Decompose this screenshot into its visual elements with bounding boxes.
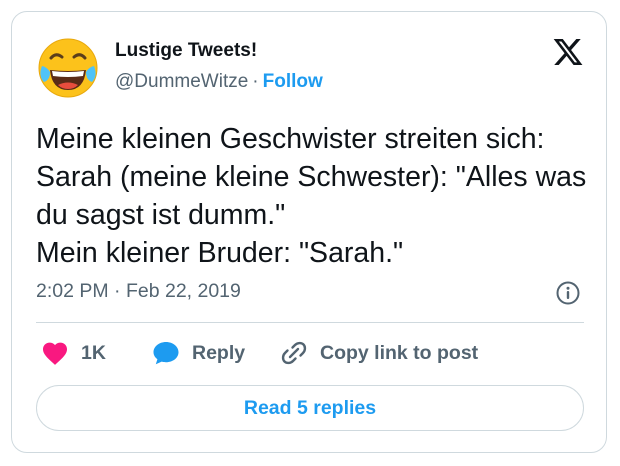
author-display-name[interactable]: Lustige Tweets! <box>115 40 257 62</box>
copy-link-label: Copy link to post <box>320 341 479 364</box>
info-icon[interactable] <box>555 280 581 306</box>
copy-link-button[interactable]: Copy link to post <box>280 338 478 368</box>
tweet-card: Lustige Tweets! @DummeWitze · Follow Meine… <box>11 11 607 453</box>
divider <box>36 322 584 323</box>
author-handle[interactable]: @DummeWitze <box>115 71 248 92</box>
handle-separator: · <box>252 71 259 92</box>
tweet-text: Meine kleinen Geschwister streiten sich:… <box>36 123 587 269</box>
tweet-timestamp[interactable]: 2:02 PM · Feb 22, 2019 <box>36 280 241 303</box>
reply-label: Reply <box>192 341 246 364</box>
follow-button[interactable]: Follow <box>263 71 323 92</box>
heart-icon <box>42 342 68 365</box>
like-count: 1K <box>81 341 106 364</box>
reply-button[interactable]: Reply <box>152 338 245 368</box>
read-replies-button[interactable]: Read 5 replies <box>36 385 584 431</box>
like-button[interactable]: 1K <box>41 338 106 368</box>
avatar-emoji-icon[interactable] <box>36 36 100 100</box>
reply-bubble-icon <box>153 342 179 365</box>
link-icon <box>281 341 307 365</box>
author-handle-row: @DummeWitze · Follow <box>115 71 323 93</box>
x-logo-icon[interactable] <box>552 36 584 68</box>
